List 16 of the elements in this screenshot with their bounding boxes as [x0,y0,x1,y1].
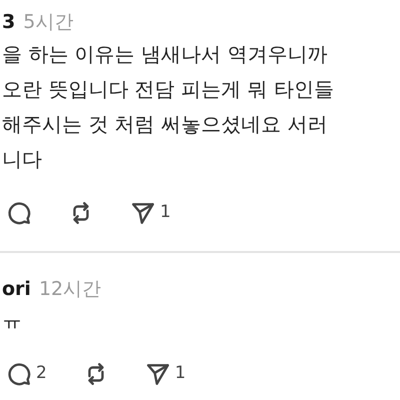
share-button[interactable]: 1 [130,200,171,226]
comment-icon [6,361,32,387]
reply-button[interactable]: 2 [6,361,47,387]
timestamp: 12시간 [38,278,102,300]
comment-text-line: 해주시는 것 처럼 써놓으셨네요 서러 [2,112,328,136]
comment-text-line: ㅠ [2,308,22,332]
timestamp: 5시간 [23,11,74,33]
comment-text-line: 오란 뜻입니다 전담 피는게 뭐 타인들 [2,76,334,100]
comment-text-line: 니다 [2,146,42,170]
comment-icon [6,200,32,226]
username[interactable]: 3 [2,11,16,33]
share-button[interactable]: 1 [144,361,186,387]
send-icon [144,361,171,387]
comment-text-line: 을 하는 이유는 냄새나서 역겨우니까 [2,42,328,66]
username[interactable]: ori [2,278,31,300]
reply-button[interactable] [6,200,32,226]
